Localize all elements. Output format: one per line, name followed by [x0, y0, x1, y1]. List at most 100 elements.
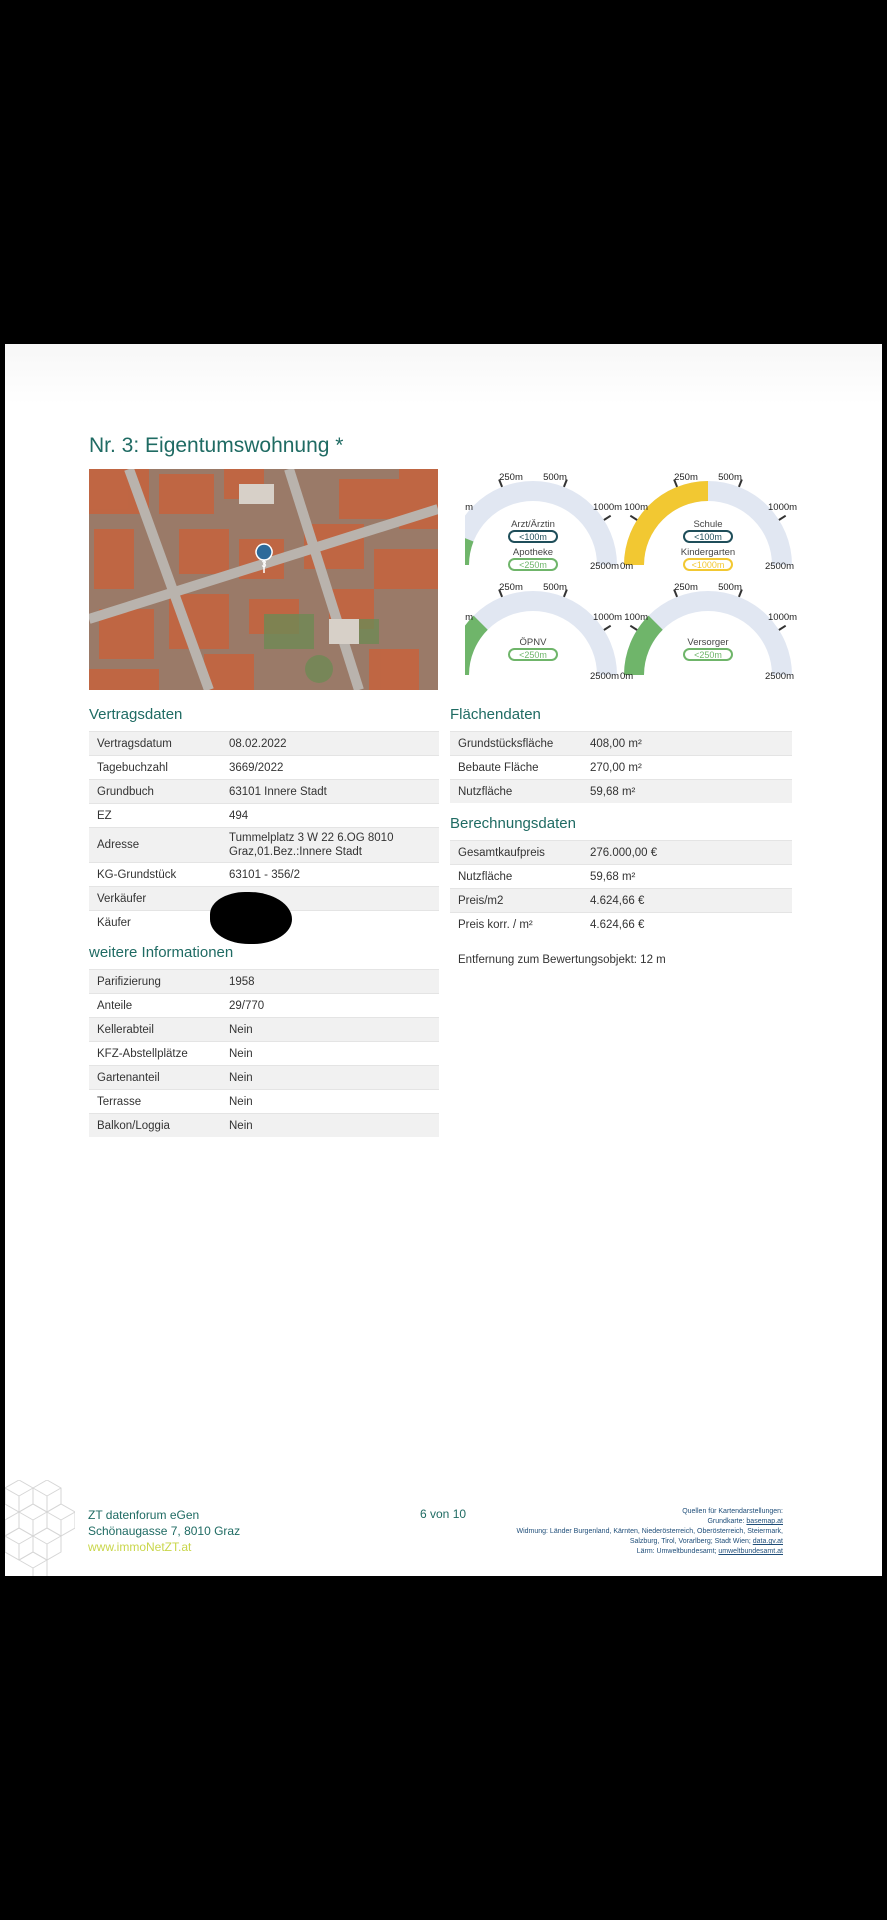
gauge-tick-label: 2500m	[765, 561, 794, 572]
gauge-badge-label: <250m	[519, 560, 547, 570]
weitere-row: KFZ-Abstellplätze Nein	[89, 1041, 439, 1066]
flaechen-label: Nutzfläche	[450, 779, 582, 803]
berechnung-value: 4.624,66 €	[582, 888, 792, 913]
footer-company: ZT datenforum eGen	[88, 1508, 200, 1522]
berechnung-value: 4.624,66 €	[582, 912, 792, 936]
flaechendaten-heading: Flächendaten	[450, 706, 541, 723]
vertragsdaten-label: Grundbuch	[89, 779, 221, 804]
weitere-value: Nein	[221, 1065, 439, 1090]
gauge-category-label: Arzt/Ärztin	[511, 519, 555, 530]
berechnung-label: Gesamtkaufpreis	[450, 840, 582, 865]
weitere-informationen-table: Parifizierung 1958 Anteile 29/770 Kellerabte…	[89, 969, 439, 1137]
gauge-tick-label: 0m	[620, 561, 633, 572]
aerial-map: 3	[89, 469, 438, 690]
gauge-badge-label: <100m	[519, 532, 547, 542]
berechnung-label: Nutzfläche	[450, 864, 582, 889]
gauge-tick-label: 100m	[624, 612, 648, 623]
flaechen-value: 408,00 m²	[582, 731, 792, 756]
data-gv-link[interactable]: data.gv.at	[753, 1538, 783, 1545]
gauge-tick-label: 0m	[620, 671, 633, 682]
berechnung-row: Preis/m2 4.624,66 €	[450, 888, 792, 913]
weitere-label: Anteile	[89, 993, 221, 1018]
page-number: 6 von 10	[420, 1507, 467, 1521]
vertragsdaten-value: 08.02.2022	[221, 731, 439, 756]
weitere-label: Parifizierung	[89, 969, 221, 994]
flaechen-row: Grundstücksfläche 408,00 m²	[450, 731, 792, 756]
gauge-tick-label: 250m	[674, 582, 698, 593]
berechnung-row: Preis korr. / m² 4.624,66 €	[450, 912, 792, 936]
gauge-badge-label: <250m	[519, 650, 547, 660]
weitere-row: Terrasse Nein	[89, 1089, 439, 1114]
gauge: 0m 100m 250m 500m 1000m 2500m Schule <100m Kinde…	[620, 472, 797, 572]
entfernung-note: Entfernung zum Bewertungsobjekt: 12 m	[458, 954, 666, 966]
vertragsdaten-row: Adresse Tummelplatz 3 W 22 6.OG 8010 Graz…	[89, 827, 439, 863]
gauge-tick-label: 1000m	[593, 502, 622, 513]
gauge: 0m 100m 250m 500m 1000m 2500m Versorger <250m	[620, 582, 797, 682]
berechnung-value: 59,68 m²	[582, 864, 792, 889]
gauge-tick-label: 1000m	[768, 612, 797, 623]
footer-address: Schönaugasse 7, 8010 Graz	[88, 1524, 241, 1538]
gauge-tick-label: 500m	[718, 472, 742, 483]
weitere-value: Nein	[221, 1113, 439, 1137]
gauge-category-label: Versorger	[687, 637, 728, 648]
gauge-category-label: Apotheke	[513, 547, 553, 558]
gauge-tick-label: 250m	[499, 472, 523, 483]
gauge-category-label: Schule	[693, 519, 722, 530]
berechnungsdaten-heading: Berechnungsdaten	[450, 815, 576, 832]
gauge-tick-label: 100m	[465, 612, 473, 623]
vertragsdaten-heading: Vertragsdaten	[89, 706, 183, 723]
vertragsdaten-label: EZ	[89, 803, 221, 828]
sources-laerm: Lärm: Umweltbundesamt; umweltbundesamt.a…	[636, 1548, 783, 1555]
gauge-tick-label: 500m	[543, 582, 567, 593]
vertragsdaten-value: 63101 - 356/2	[221, 862, 439, 887]
vertragsdaten-label: Vertragsdatum	[89, 731, 221, 756]
vertragsdaten-label: Käufer	[89, 910, 221, 934]
basemap-link[interactable]: basemap.at	[746, 1518, 783, 1525]
redaction-mark	[210, 892, 292, 944]
page-top-shade	[5, 344, 882, 404]
weitere-value: Nein	[221, 1041, 439, 1066]
vertragsdaten-label: Adresse	[89, 827, 221, 863]
flaechen-row: Nutzfläche 59,68 m²	[450, 779, 792, 803]
footer-url-link[interactable]: www.immoNetZT.at	[88, 1539, 240, 1555]
vertragsdaten-value: 494	[221, 803, 439, 828]
flaechen-row: Bebaute Fläche 270,00 m²	[450, 755, 792, 780]
gauge-track	[465, 591, 617, 675]
gauge-tick	[778, 514, 787, 521]
weitere-value: Nein	[221, 1017, 439, 1042]
umweltbundesamt-link[interactable]: umweltbundesamt.at	[718, 1548, 783, 1555]
vertragsdaten-row: EZ 494	[89, 803, 439, 828]
gauge-tick-label: 250m	[499, 582, 523, 593]
vertragsdaten-label: Verkäufer	[89, 886, 221, 911]
weitere-value: 1958	[221, 969, 439, 994]
gauge-tick-label: 250m	[674, 472, 698, 483]
gauge-tick-label: 1000m	[768, 502, 797, 513]
berechnung-value: 276.000,00 €	[582, 840, 792, 865]
gauge-tick	[603, 514, 612, 521]
weitere-label: Balkon/Loggia	[89, 1113, 221, 1137]
gauge-tick-label: 100m	[465, 502, 473, 513]
vertragsdaten-label: Tagebuchzahl	[89, 755, 221, 780]
berechnung-label: Preis korr. / m²	[450, 912, 582, 936]
gauge-tick-label: 2500m	[590, 671, 619, 682]
gauge-fill	[624, 615, 663, 675]
flaechendaten-table: Grundstücksfläche 408,00 m² Bebaute Fläche…	[450, 731, 792, 803]
page-title: Nr. 3: Eigentumswohnung *	[89, 434, 344, 457]
flaechen-label: Grundstücksfläche	[450, 731, 582, 756]
weitere-informationen-heading: weitere Informationen	[89, 944, 234, 961]
weitere-label: Gartenanteil	[89, 1065, 221, 1090]
cube-pattern-logo	[5, 1480, 75, 1576]
weitere-row: Kellerabteil Nein	[89, 1017, 439, 1042]
sources-widmung: Widmung: Länder Burgenland, Kärnten, Nie…	[516, 1528, 783, 1535]
distance-gauges: 0m 100m 250m 500m 1000m 2500m Arzt/Ärztin <100m…	[465, 472, 797, 682]
gauge-category-label: ÖPNV	[520, 637, 548, 648]
map-marker-label: 3	[261, 559, 266, 569]
document-page: Nr. 3: Eigentumswohnung * 3 m 250m 500m …	[5, 344, 882, 1576]
gauge-tick-label: 1000m	[593, 612, 622, 623]
weitere-value: 29/770	[221, 993, 439, 1018]
weitere-label: Kellerabteil	[89, 1017, 221, 1042]
flaechen-value: 270,00 m²	[582, 755, 792, 780]
footer-company-block: ZT datenforum eGen Schönaugasse 7, 8010 …	[88, 1507, 240, 1555]
gauge: 0m100m250m500m1000m2500mÖPNV<250m	[465, 582, 622, 682]
sources-widmung-cont: Salzburg, Tirol, Vorarlberg; Stadt Wien;…	[629, 1538, 783, 1545]
